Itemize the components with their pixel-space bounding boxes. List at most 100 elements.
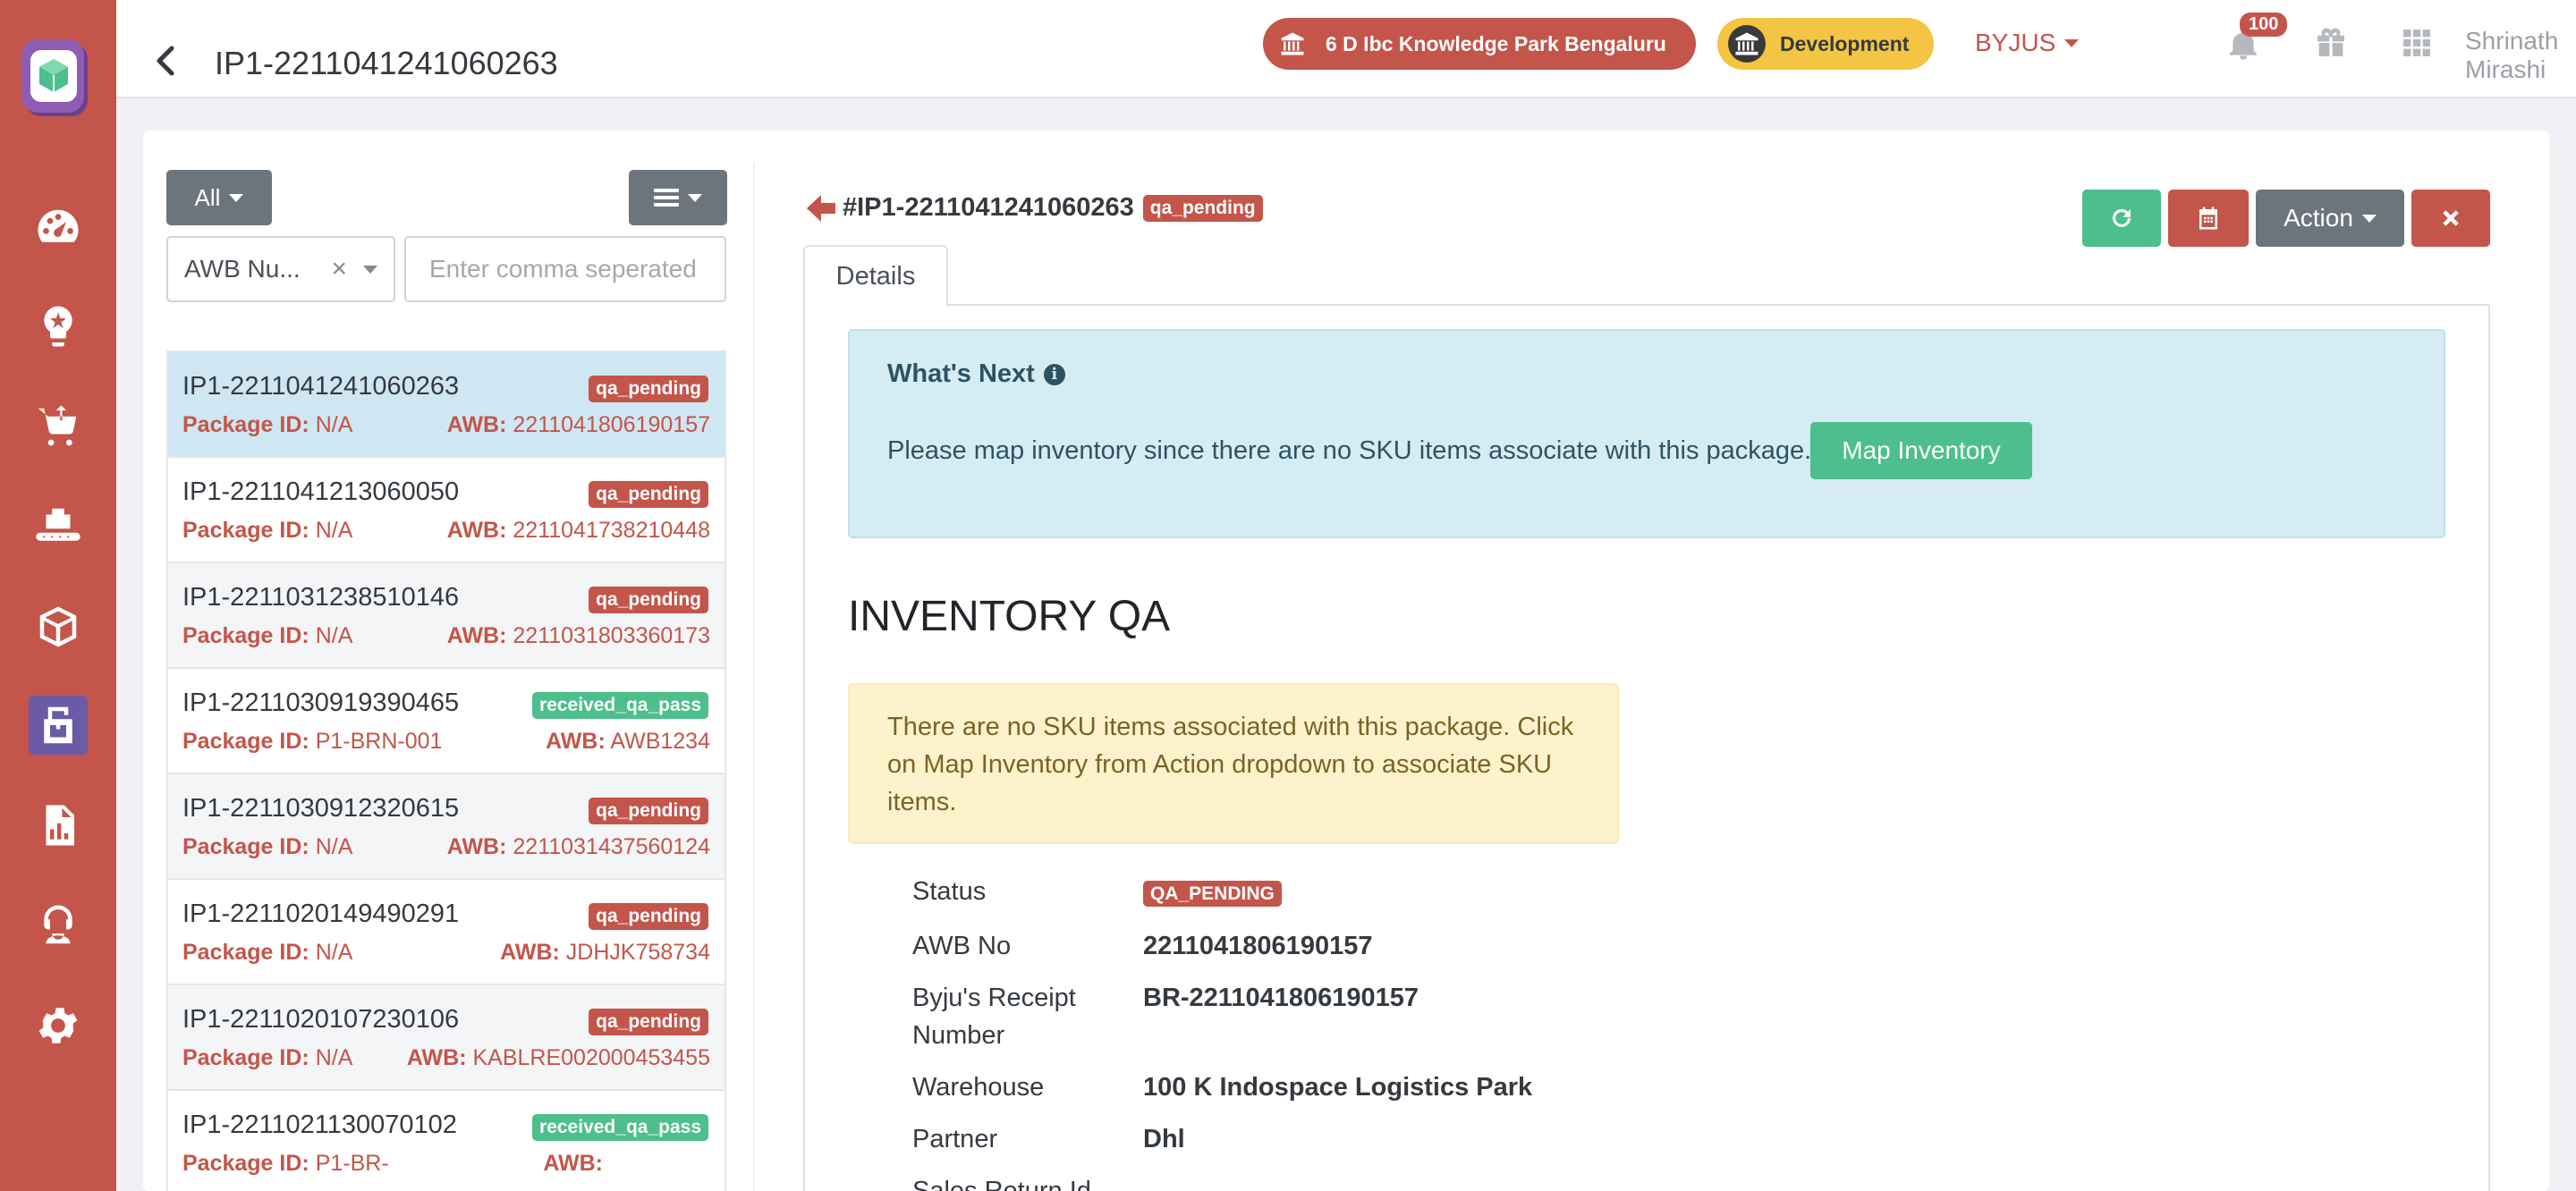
menu-icon bbox=[654, 189, 679, 207]
list-item[interactable]: IP1-2211041213060050 qa_pending Package … bbox=[168, 458, 724, 563]
detail-label: Byju's Receipt Number bbox=[912, 984, 1076, 1050]
detail-title-text: #IP1-2211041241060263 bbox=[843, 193, 1134, 222]
section-heading: INVENTORY QA bbox=[848, 593, 1171, 640]
whats-next-title: What's Next bbox=[887, 359, 1035, 388]
awb-label: AWB: bbox=[446, 623, 507, 648]
status-badge: qa_pending bbox=[589, 1009, 708, 1035]
lightbulb-icon[interactable] bbox=[29, 297, 88, 356]
list-item[interactable]: IP1-2211020149490291 qa_pending Package … bbox=[168, 880, 724, 985]
list-menu-dropdown[interactable] bbox=[629, 170, 727, 225]
awb-value: 2211041806190157 bbox=[513, 412, 710, 437]
chevron-down-icon bbox=[688, 193, 702, 202]
bank-icon bbox=[1274, 25, 1311, 63]
awb-label: AWB: bbox=[446, 834, 507, 859]
conveyor-icon[interactable] bbox=[29, 497, 88, 556]
detail-tabs: Details bbox=[803, 245, 2490, 308]
status-badge: qa_pending bbox=[589, 481, 708, 508]
company-dropdown[interactable]: BYJUS bbox=[1975, 29, 2080, 57]
calendar-icon bbox=[2199, 207, 2217, 230]
package-id-label: Package ID: bbox=[182, 518, 309, 543]
action-dropdown[interactable]: Action bbox=[2256, 190, 2404, 247]
environment-label: Development bbox=[1780, 31, 1910, 55]
detail-row-status: Status QA_PENDING bbox=[912, 873, 1532, 913]
refresh-icon bbox=[2113, 208, 2131, 227]
package-id-label: Package ID: bbox=[182, 1151, 309, 1176]
notification-badge: 100 bbox=[2240, 13, 2288, 37]
package-id-value: N/A bbox=[315, 1045, 353, 1070]
awb-label: AWB: bbox=[543, 1151, 603, 1176]
list-item[interactable]: IP1-2211030919390465 received_qa_pass Pa… bbox=[168, 669, 724, 774]
awb-label: AWB: bbox=[500, 940, 560, 965]
whats-next-alert: What's Next i Please map inventory since… bbox=[848, 329, 2445, 538]
company-label: BYJUS bbox=[1975, 29, 2056, 56]
gift-icon[interactable] bbox=[2313, 25, 2349, 61]
list-item[interactable]: IP1-2211020107230106 qa_pending Package … bbox=[168, 985, 724, 1091]
top-header: IP1-2211041241060263 6 D Ibc Knowledge P… bbox=[116, 0, 2576, 98]
user-name[interactable]: Shrinath Mirashi bbox=[2465, 27, 2576, 84]
status-badge: qa_pending bbox=[589, 903, 708, 930]
detail-label: Partner bbox=[912, 1125, 998, 1153]
map-inventory-button[interactable]: Map Inventory bbox=[1810, 422, 2032, 479]
detail-value: 2211041806190157 bbox=[1143, 932, 1373, 960]
list-item[interactable]: IP1-2211021130070102 received_qa_pass Pa… bbox=[168, 1091, 724, 1191]
status-badge: QA_PENDING bbox=[1143, 881, 1282, 907]
detail-row-sales-return: Sales Return Id bbox=[912, 1172, 1532, 1191]
status-badge: received_qa_pass bbox=[532, 692, 708, 719]
close-button[interactable] bbox=[2411, 190, 2490, 247]
package-list: IP1-2211041241060263 qa_pending Package … bbox=[166, 351, 726, 1191]
returns-icon[interactable] bbox=[29, 696, 88, 755]
page-title: IP1-2211041241060263 bbox=[215, 45, 558, 81]
awb-label: AWB: bbox=[446, 518, 507, 543]
cart-icon[interactable] bbox=[29, 397, 88, 456]
back-arrow-icon[interactable] bbox=[152, 43, 179, 79]
calendar-button[interactable] bbox=[2168, 190, 2249, 247]
warehouse-label: 6 D Ibc Knowledge Park Bengaluru bbox=[1326, 31, 1666, 55]
search-field-select[interactable]: AWB Nu... × bbox=[166, 236, 395, 302]
support-icon[interactable] bbox=[29, 896, 88, 955]
refresh-button[interactable] bbox=[2082, 190, 2161, 247]
environment-selector[interactable]: Development bbox=[1717, 18, 1934, 70]
package-id-label: Package ID: bbox=[182, 729, 309, 754]
settings-icon[interactable] bbox=[29, 996, 88, 1055]
list-item[interactable]: IP1-2211030912320615 qa_pending Package … bbox=[168, 774, 724, 880]
report-icon[interactable] bbox=[29, 796, 88, 855]
search-input[interactable] bbox=[404, 236, 726, 302]
whats-next-heading: What's Next i bbox=[887, 359, 1065, 389]
no-sku-warning: There are no SKU items associated with t… bbox=[848, 683, 1619, 844]
detail-value: Dhl bbox=[1143, 1125, 1185, 1153]
package-id-value: N/A bbox=[315, 623, 353, 648]
package-id-value: N/A bbox=[315, 412, 353, 437]
list-item[interactable]: IP1-2211041241060263 qa_pending Package … bbox=[168, 352, 724, 458]
detail-title: #IP1-2211041241060263 qa_pending bbox=[843, 193, 1263, 223]
dashboard-icon[interactable] bbox=[29, 198, 88, 258]
status-badge: qa_pending bbox=[589, 798, 708, 824]
tab-details[interactable]: Details bbox=[803, 245, 948, 308]
status-badge: qa_pending bbox=[589, 587, 708, 613]
detail-label: AWB No bbox=[912, 932, 1012, 960]
list-item[interactable]: IP1-2211031238510146 qa_pending Package … bbox=[168, 563, 724, 669]
clear-icon[interactable]: × bbox=[331, 254, 347, 284]
detail-row-partner: Partner Dhl bbox=[912, 1120, 1532, 1158]
package-id-label: Package ID: bbox=[182, 834, 309, 859]
detail-label: Warehouse bbox=[912, 1073, 1045, 1102]
panel-divider bbox=[753, 163, 755, 1191]
detail-row-awb: AWB No 2211041806190157 bbox=[912, 927, 1532, 965]
detail-label: Sales Return Id bbox=[912, 1177, 1091, 1191]
info-icon: i bbox=[1043, 363, 1065, 385]
detail-value: BR-2211041806190157 bbox=[1143, 984, 1419, 1012]
close-icon bbox=[2443, 210, 2459, 226]
warehouse-selector[interactable]: 6 D Ibc Knowledge Park Bengaluru bbox=[1263, 18, 1696, 70]
box-icon[interactable] bbox=[29, 597, 88, 656]
package-id-label: Package ID: bbox=[182, 940, 309, 965]
all-filter-dropdown[interactable]: All bbox=[166, 170, 272, 225]
detail-value: 100 K Indospace Logistics Park bbox=[1143, 1073, 1533, 1102]
chevron-down-icon bbox=[2064, 38, 2080, 47]
awb-value: JDHJK758734 bbox=[565, 940, 710, 965]
chevron-down-icon bbox=[2361, 214, 2377, 223]
awb-label: AWB: bbox=[546, 729, 606, 754]
apps-grid-icon[interactable] bbox=[2399, 25, 2435, 61]
chevron-down-icon[interactable] bbox=[363, 265, 377, 274]
back-arrow-icon[interactable] bbox=[805, 193, 837, 224]
all-filter-label: All bbox=[194, 183, 221, 211]
app-logo[interactable] bbox=[20, 39, 93, 125]
